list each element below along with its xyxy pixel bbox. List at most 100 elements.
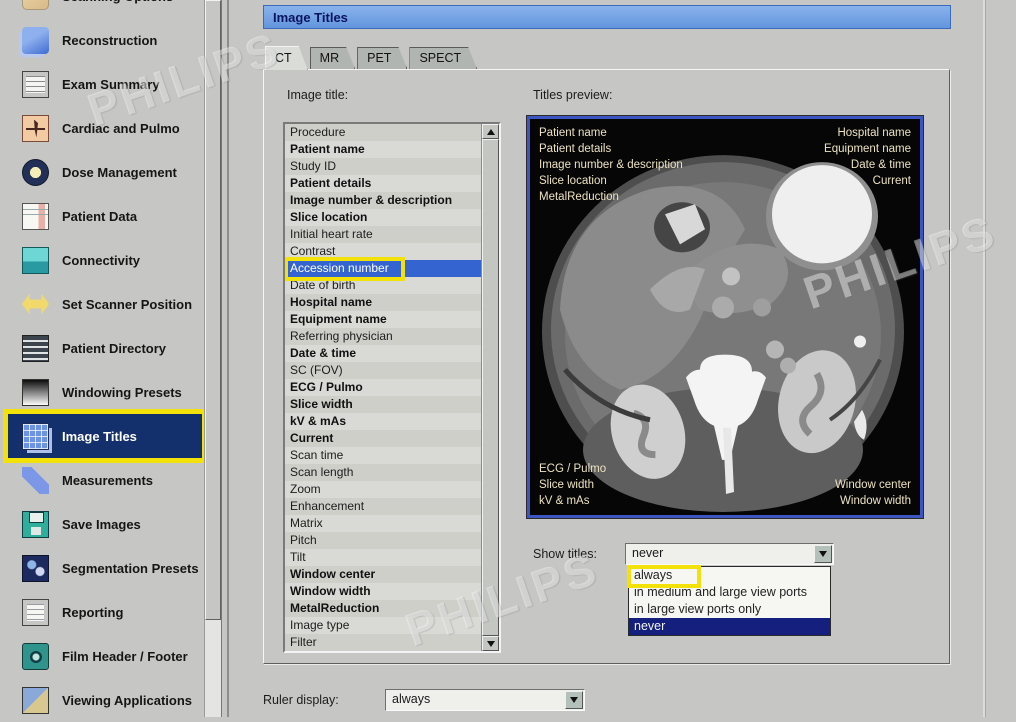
image-title-option[interactable]: Accession number [285, 260, 481, 277]
image-title-option[interactable]: Current [285, 430, 481, 447]
image-title-option[interactable]: Slice location [285, 209, 481, 226]
overlay-line: Hospital name [824, 125, 911, 141]
sidebar-item[interactable]: Set Scanner Position [8, 282, 202, 326]
overlay-bottom-right: Window centerWindow width [835, 477, 911, 509]
image-title-option[interactable]: Slice width [285, 396, 481, 413]
image-title-option[interactable]: Window width [285, 583, 481, 600]
image-title-option[interactable]: kV & mAs [285, 413, 481, 430]
modality-tab[interactable]: MR [310, 47, 355, 69]
sidebar-item[interactable]: Scanning Options [8, 0, 202, 18]
sidebar-item-label: Image Titles [62, 429, 137, 444]
sidebar-item-label: Segmentation Presets [62, 561, 199, 576]
image-titles-icon [22, 423, 49, 450]
list-scrollbar[interactable] [481, 124, 499, 651]
modality-tab[interactable]: SPECT [409, 47, 477, 69]
modality-tab[interactable]: PET [357, 47, 407, 69]
image-title-option[interactable]: Patient details [285, 175, 481, 192]
overlay-line: Slice width [539, 477, 606, 493]
image-title-option[interactable]: Study ID [285, 158, 481, 175]
sidebar-item[interactable]: Patient Directory [8, 326, 202, 370]
down-arrow-icon [487, 641, 495, 647]
titles-preview-viewport: Patient namePatient detailsImage number … [526, 115, 924, 519]
sidebar-scrollbar[interactable] [204, 0, 222, 717]
sidebar-item[interactable]: Reconstruction [8, 18, 202, 62]
sidebar-item[interactable]: Image Titles [8, 414, 202, 458]
sidebar-item[interactable]: Connectivity [8, 238, 202, 282]
image-title-option[interactable]: Date & time [285, 345, 481, 362]
overlay-line: Equipment name [824, 141, 911, 157]
reconstruction-icon [22, 27, 49, 54]
image-title-option[interactable]: Initial heart rate [285, 226, 481, 243]
sidebar-item[interactable]: Save Images [8, 502, 202, 546]
sidebar-item[interactable]: Dose Management [8, 150, 202, 194]
connectivity-icon [22, 247, 49, 274]
image-title-option[interactable]: Filter [285, 634, 481, 651]
image-title-options: ProcedurePatient nameStudy IDPatient det… [285, 124, 481, 651]
dropdown-option[interactable]: never [629, 618, 830, 635]
image-title-option[interactable]: Referring physician [285, 328, 481, 345]
image-title-option[interactable]: Pitch [285, 532, 481, 549]
image-title-option[interactable]: SC (FOV) [285, 362, 481, 379]
sidebar-item[interactable]: Segmentation Presets [8, 546, 202, 590]
image-title-option[interactable]: Enhancement [285, 498, 481, 515]
image-title-label: Image title: [287, 88, 348, 102]
image-title-option[interactable]: Procedure [285, 124, 481, 141]
measurements-icon [22, 467, 49, 494]
sidebar-item-label: Patient Data [62, 209, 137, 224]
image-title-option[interactable]: Scan length [285, 464, 481, 481]
sidebar-item[interactable]: Film Header / Footer [8, 634, 202, 678]
overlay-line: Image number & description [539, 157, 683, 173]
image-title-option[interactable]: Tilt [285, 549, 481, 566]
sidebar-item[interactable]: Cardiac and Pulmo [8, 106, 202, 150]
sidebar-scrollbar-thumb[interactable] [205, 0, 221, 620]
modality-tab[interactable]: CT [265, 46, 308, 70]
image-title-option[interactable]: Window center [285, 566, 481, 583]
sidebar-item-label: Save Images [62, 517, 141, 532]
ruler-display-combobox[interactable]: always [385, 689, 585, 711]
chevron-down-icon [819, 551, 827, 557]
sidebar-item[interactable]: Patient Data [8, 194, 202, 238]
sidebar-item[interactable]: Measurements [8, 458, 202, 502]
image-title-option[interactable]: Contrast [285, 243, 481, 260]
image-title-option[interactable]: Matrix [285, 515, 481, 532]
sidebar-item[interactable]: Windowing Presets [8, 370, 202, 414]
image-title-option[interactable]: Date of birth [285, 277, 481, 294]
sidebar-item[interactable]: Viewing Applications [8, 678, 202, 722]
sidebar-item-label: Exam Summary [62, 77, 160, 92]
image-title-option[interactable]: ECG / Pulmo [285, 379, 481, 396]
exam-summary-icon [22, 71, 49, 98]
sidebar-item-label: Measurements [62, 473, 153, 488]
scroll-up-button[interactable] [482, 124, 499, 139]
ct-preview-image: Patient namePatient detailsImage number … [527, 116, 923, 518]
image-title-option[interactable]: Image type [285, 617, 481, 634]
image-title-option[interactable]: MetalReduction [285, 600, 481, 617]
combo-dropdown-button[interactable] [814, 545, 832, 563]
set-scanner-position-icon [22, 291, 49, 318]
image-title-option[interactable]: Patient name [285, 141, 481, 158]
combo-dropdown-button[interactable] [565, 691, 583, 709]
image-title-listbox: ProcedurePatient nameStudy IDPatient det… [283, 122, 501, 653]
image-title-option[interactable]: Equipment name [285, 311, 481, 328]
sidebar-menu: Scanning Options Reconstruction Exam Sum… [8, 0, 202, 722]
dropdown-option[interactable]: in medium and large view ports [629, 584, 830, 601]
sidebar-item-label: Windowing Presets [62, 385, 182, 400]
right-edge-divider [983, 0, 985, 717]
image-title-option[interactable]: Zoom [285, 481, 481, 498]
sidebar-item[interactable]: Exam Summary [8, 62, 202, 106]
dropdown-option[interactable]: always [629, 567, 830, 584]
image-title-option[interactable]: Hospital name [285, 294, 481, 311]
cardiac-pulmo-icon [22, 115, 49, 142]
show-titles-combobox[interactable]: never [625, 543, 834, 565]
image-title-option[interactable]: Image number & description [285, 192, 481, 209]
modality-tabs: CT MR PET SPECT [265, 47, 479, 70]
show-titles-value: never [632, 546, 663, 560]
dropdown-option[interactable]: in large view ports only [629, 601, 830, 618]
sidebar-item[interactable]: Reporting [8, 590, 202, 634]
sidebar-item-label: Patient Directory [62, 341, 166, 356]
scroll-down-button[interactable] [482, 636, 499, 651]
list-scrollbar-thumb[interactable] [482, 139, 499, 636]
sidebar-item-label: Viewing Applications [62, 693, 192, 708]
overlay-line: MetalReduction [539, 189, 683, 205]
overlay-line: Patient name [539, 125, 683, 141]
image-title-option[interactable]: Scan time [285, 447, 481, 464]
